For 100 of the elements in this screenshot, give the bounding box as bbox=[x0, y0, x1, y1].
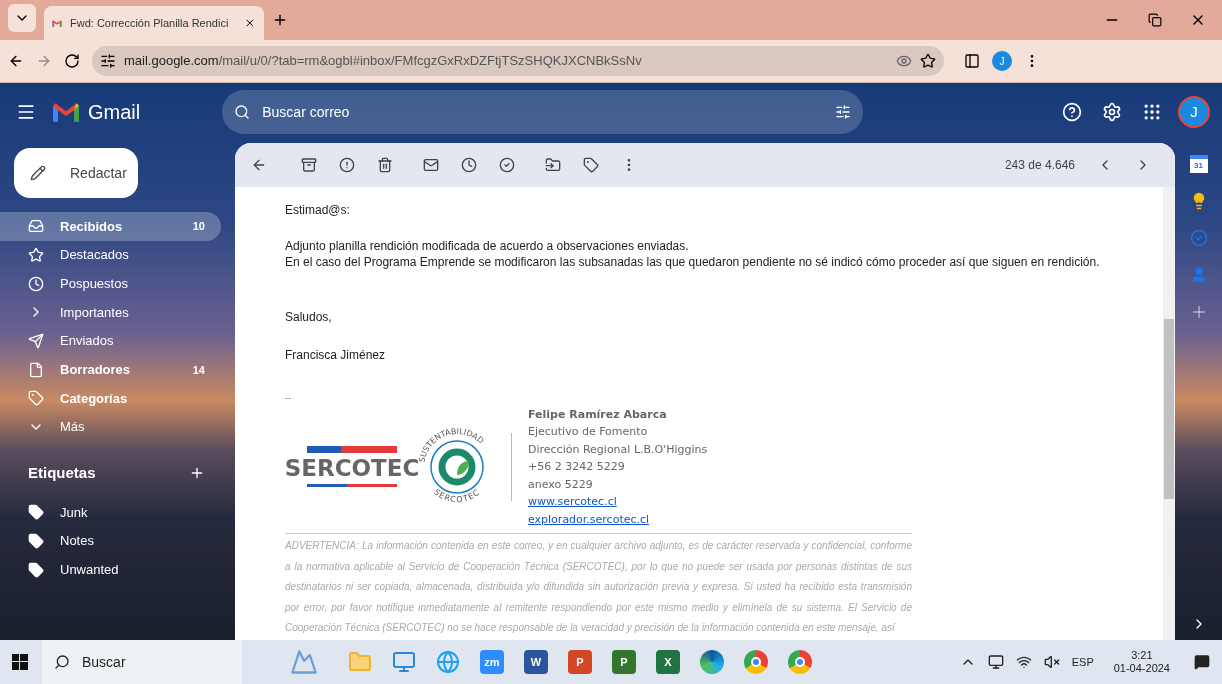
body-paragraph: Adjunto planilla rendición modificada de acuerdo a observaciones enviadas. bbox=[285, 238, 690, 254]
sidebar-item[interactable]: Importantes bbox=[0, 298, 221, 327]
sidebar-item[interactable]: Recibidos 10 bbox=[0, 212, 221, 241]
app-tile-icon[interactable]: X bbox=[656, 650, 680, 674]
chrome-icon[interactable] bbox=[788, 650, 812, 674]
taskbar-search-field[interactable]: Buscar bbox=[42, 640, 242, 684]
windows-start-icon[interactable] bbox=[12, 654, 28, 670]
reload-icon[interactable] bbox=[64, 53, 80, 69]
signature-line: Ejecutivo de Fomento bbox=[528, 424, 649, 440]
clock[interactable]: 3:21 01-04-2024 bbox=[1113, 649, 1170, 675]
tab-list-button[interactable] bbox=[8, 4, 36, 32]
search-options-icon[interactable] bbox=[835, 104, 852, 120]
label-name: Notes bbox=[60, 532, 94, 551]
pencil-icon bbox=[30, 165, 46, 181]
sidebar-item-label: Recibidos bbox=[60, 217, 124, 236]
app-tile-icon[interactable]: P bbox=[612, 650, 636, 674]
closing-text: Saludos, bbox=[285, 309, 333, 326]
stripe-icon bbox=[307, 446, 397, 454]
restore-icon[interactable] bbox=[1148, 13, 1162, 27]
settings-icon[interactable] bbox=[1102, 102, 1122, 122]
site-settings-icon[interactable] bbox=[100, 53, 116, 69]
search-bar[interactable]: Buscar correo bbox=[222, 90, 864, 134]
volume-muted-icon[interactable] bbox=[1043, 654, 1060, 670]
help-icon[interactable] bbox=[1062, 102, 1082, 122]
file-icon bbox=[28, 361, 44, 378]
label-item[interactable]: Unwanted bbox=[0, 555, 235, 585]
greeting-text: Estimad@s: bbox=[285, 202, 351, 219]
gmail-logo-icon[interactable] bbox=[52, 101, 80, 123]
clock-icon bbox=[28, 275, 44, 292]
sidebar-item[interactable]: Borradores 14 bbox=[0, 355, 221, 385]
label-item[interactable]: Notes bbox=[0, 526, 235, 556]
signature-line: Dirección Regional L.B.O'Higgins bbox=[528, 441, 708, 458]
scrollbar-thumb[interactable] bbox=[1164, 319, 1174, 499]
labels-heading: Etiquetas bbox=[28, 462, 97, 483]
sidebar-item-label: Borradores bbox=[60, 361, 132, 380]
sidebar-item[interactable]: Pospuestos bbox=[0, 269, 221, 299]
snooze-icon[interactable] bbox=[461, 157, 477, 173]
sidebar-item[interactable]: Más bbox=[0, 412, 221, 442]
body-paragraph: En el caso del Programa Emprende se modificaron las subsanadas las que quedaron pendiente no sé indicó cómo proceder así que siguen en rendición. bbox=[285, 254, 1101, 270]
sidebar-item-label: Categorías bbox=[60, 389, 129, 408]
notifications-icon[interactable] bbox=[1194, 654, 1210, 670]
sender-name: Francisca Jiménez bbox=[285, 347, 387, 364]
signature-link[interactable]: www.sercotec.cl bbox=[528, 493, 708, 511]
side-panel-icon[interactable] bbox=[964, 53, 980, 69]
chrome-icon[interactable] bbox=[744, 650, 768, 674]
mail-icon[interactable] bbox=[423, 157, 439, 173]
send-icon bbox=[28, 333, 44, 350]
label-icon bbox=[28, 390, 44, 407]
eye-icon[interactable] bbox=[896, 53, 912, 69]
close-icon[interactable] bbox=[244, 16, 256, 30]
stripe-icon bbox=[307, 484, 397, 488]
app-tile-icon[interactable]: P bbox=[568, 650, 592, 674]
account-avatar[interactable]: J bbox=[1178, 96, 1210, 128]
language-indicator[interactable]: ESP bbox=[1071, 653, 1094, 671]
signature-link[interactable]: explorador.sercotec.cl bbox=[528, 510, 708, 528]
label-icon[interactable] bbox=[583, 157, 599, 173]
apps-grid-icon[interactable] bbox=[1142, 102, 1162, 122]
address-field[interactable]: mail.google.com/mail/u/0/?tab=rm&ogbl#inbox/FMfcgzGxRxDZFtjTSzSHQKJXCNBkSsNv bbox=[92, 46, 944, 76]
label-icon bbox=[28, 504, 44, 521]
app-tile-icon[interactable]: W bbox=[524, 650, 548, 674]
search-field[interactable]: Buscar correo bbox=[262, 101, 824, 123]
back-icon[interactable] bbox=[251, 157, 267, 173]
signature-separator: -- bbox=[285, 392, 292, 405]
signature-line: +56 2 3242 5229 bbox=[528, 459, 626, 475]
inbox-icon bbox=[28, 218, 44, 235]
sidebar-item-label: Pospuestos bbox=[60, 274, 129, 293]
archive-icon[interactable] bbox=[301, 157, 317, 173]
menu-icon[interactable] bbox=[16, 102, 36, 122]
monitor-icon[interactable] bbox=[392, 650, 416, 674]
tray-device-icon[interactable] bbox=[987, 654, 1004, 670]
sidebar-item-label: Más bbox=[60, 418, 86, 437]
pager-text: 243 de 4.646 bbox=[1004, 157, 1075, 174]
unread-count: 14 bbox=[192, 362, 205, 378]
calendar-icon[interactable]: 31 bbox=[1189, 155, 1208, 173]
signature-line: Felipe Ramírez Abarca bbox=[528, 406, 668, 423]
sidebar-item[interactable]: Destacados bbox=[0, 240, 221, 270]
sidebar-item[interactable]: Enviados bbox=[0, 326, 221, 356]
move-to-folder-icon[interactable] bbox=[545, 157, 561, 173]
unread-count: 10 bbox=[192, 219, 205, 235]
label-name: Junk bbox=[60, 503, 88, 522]
compose-button[interactable]: Redactar bbox=[14, 148, 138, 198]
logo-wordmark: SERCOTEC bbox=[284, 457, 420, 481]
search-icon[interactable] bbox=[234, 104, 251, 120]
label-item[interactable]: Junk bbox=[0, 498, 235, 527]
gmail-wordmark: Gmail bbox=[88, 100, 141, 125]
gmail-favicon-icon[interactable] bbox=[52, 18, 62, 28]
tab-title: Fwd: Corrección Planilla Rendici bbox=[70, 15, 229, 31]
task-icon[interactable] bbox=[499, 157, 515, 173]
sidebar-item-label: Destacados bbox=[60, 246, 130, 265]
search-icon bbox=[54, 654, 70, 670]
new-tab-icon[interactable] bbox=[272, 12, 288, 28]
browser-tab[interactable]: Fwd: Corrección Planilla Rendici bbox=[44, 6, 264, 40]
sidebar-item-label: Enviados bbox=[60, 332, 115, 351]
spam-icon[interactable] bbox=[339, 157, 355, 173]
sidebar-item-label: Importantes bbox=[60, 303, 130, 322]
trash-icon[interactable] bbox=[377, 157, 393, 173]
bookmark-star-icon[interactable] bbox=[920, 53, 936, 69]
wifi-icon[interactable] bbox=[1015, 654, 1032, 670]
profile-avatar[interactable]: J bbox=[992, 51, 1012, 71]
back-icon[interactable] bbox=[8, 53, 24, 69]
